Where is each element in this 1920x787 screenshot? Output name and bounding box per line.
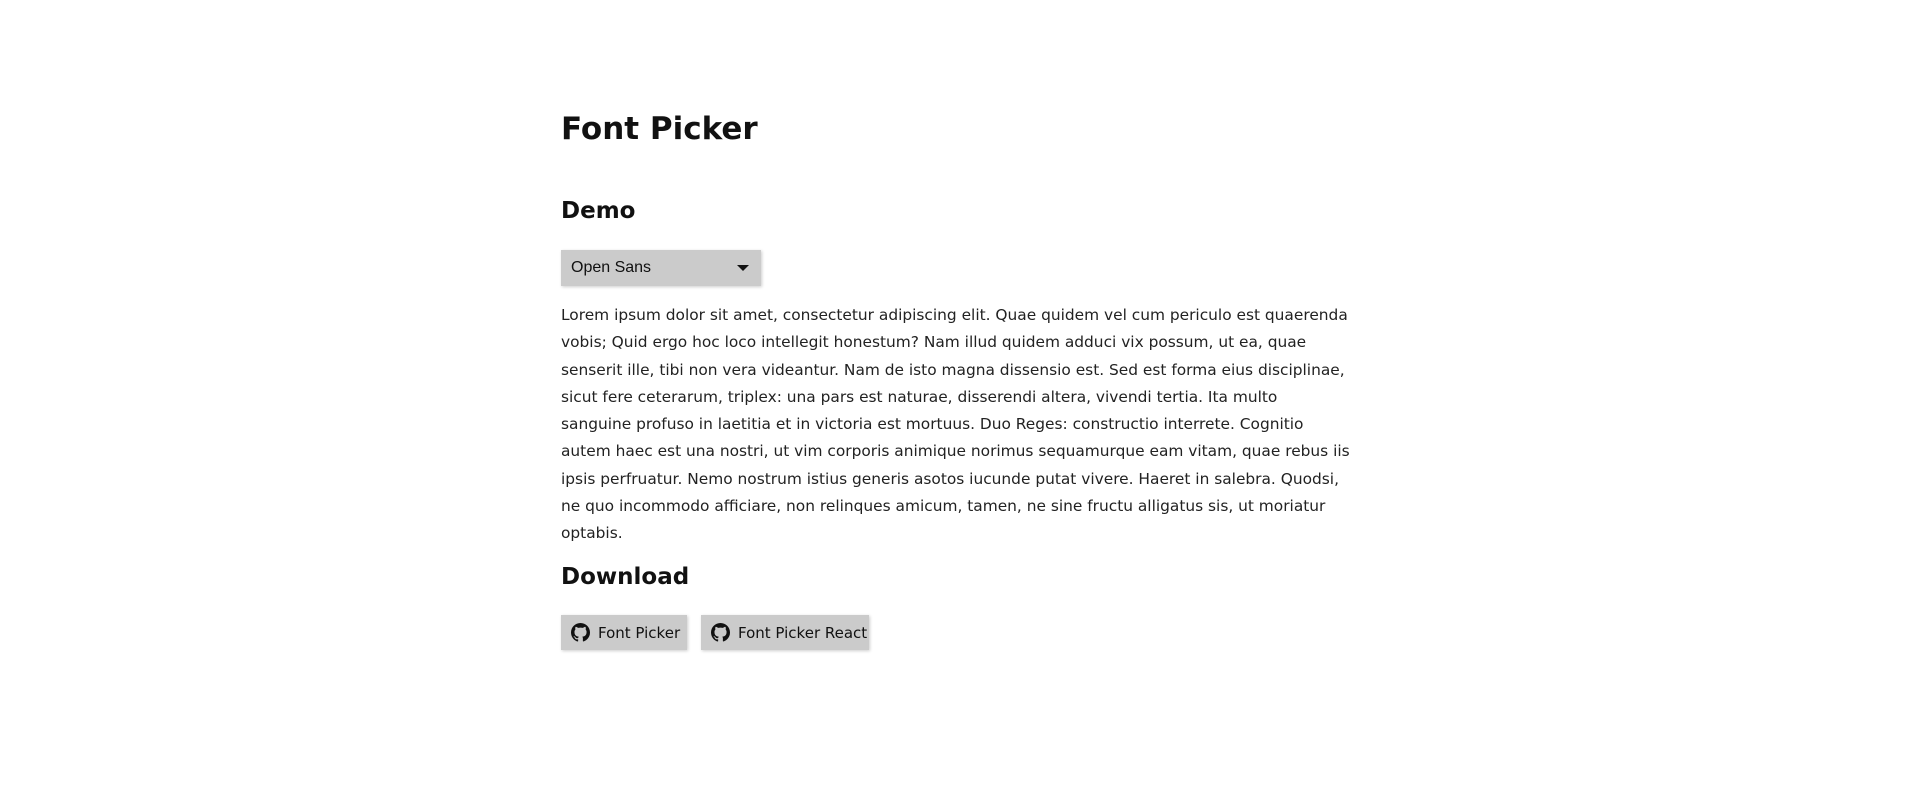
font-picker-selected-value: Open Sans: [571, 259, 652, 276]
font-picker-react-download-label: Font Picker React: [738, 623, 868, 642]
caret-down-icon: [737, 265, 749, 271]
font-picker-download-button[interactable]: Font Picker: [561, 615, 687, 650]
github-icon: [711, 623, 730, 642]
font-picker-dropdown[interactable]: Open Sans: [561, 250, 761, 286]
page-title: Font Picker: [561, 111, 758, 147]
demo-heading: Demo: [561, 198, 636, 224]
download-heading: Download: [561, 564, 690, 590]
font-picker-react-download-button[interactable]: Font Picker React: [701, 615, 869, 650]
sample-text-paragraph: Lorem ipsum dolor sit amet, consectetur …: [561, 306, 1350, 543]
font-picker-download-label: Font Picker: [598, 623, 681, 642]
github-icon: [571, 623, 590, 642]
